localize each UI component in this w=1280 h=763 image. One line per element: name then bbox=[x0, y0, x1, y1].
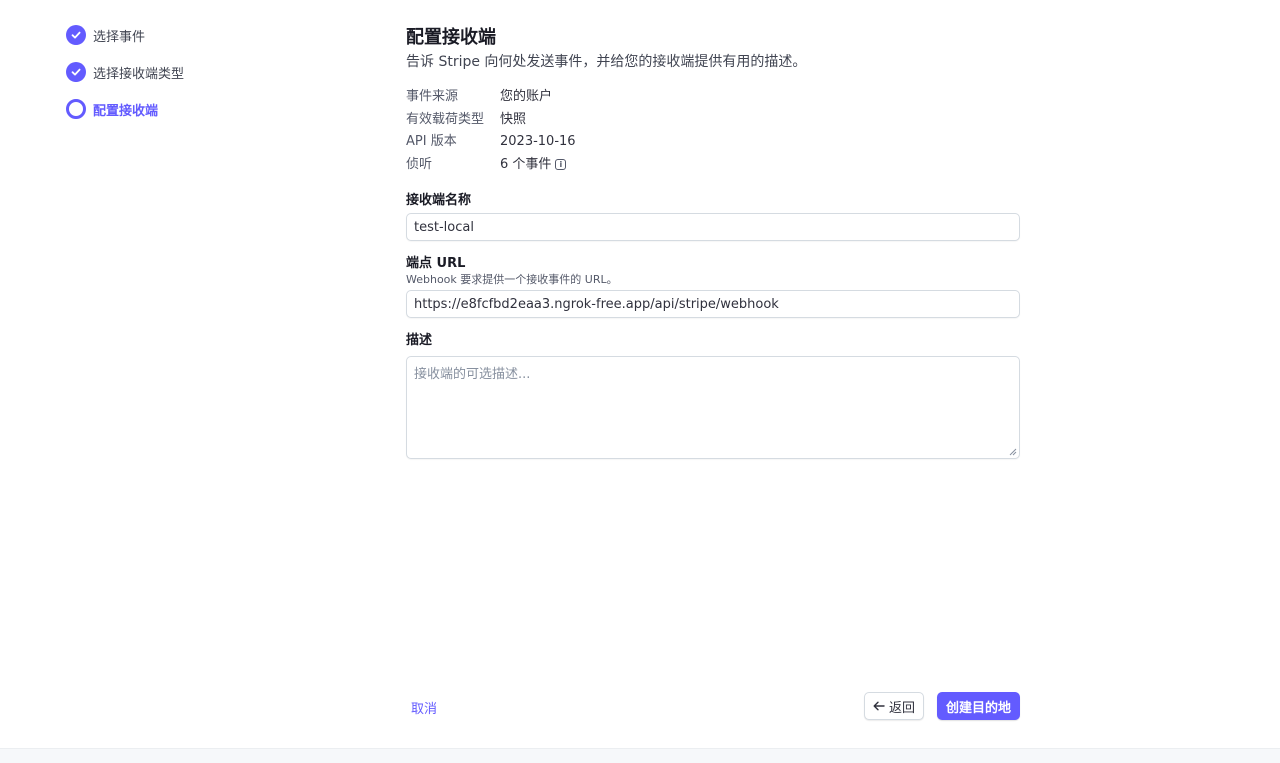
endpoint-name-input[interactable]: test-local bbox=[406, 213, 1020, 241]
check-icon bbox=[66, 25, 86, 45]
step-select-events[interactable]: 选择事件 bbox=[66, 24, 326, 46]
configure-endpoint-form: 配置接收端 告诉 Stripe 向何处发送事件，并给您的接收端提供有用的描述。 … bbox=[406, 26, 1020, 459]
description-field: 描述 接收端的可选描述... bbox=[406, 332, 1020, 459]
check-icon bbox=[66, 62, 86, 82]
create-destination-label: 创建目的地 bbox=[945, 700, 1011, 716]
page-title: 配置接收端 bbox=[406, 27, 496, 48]
resize-grip-icon[interactable] bbox=[1009, 448, 1017, 456]
step-select-endpoint-type[interactable]: 选择接收端类型 bbox=[66, 61, 326, 83]
back-button-label: 返回 bbox=[888, 700, 915, 716]
endpoint-summary: 事件来源 您的账户 有效载荷类型 快照 API 版本 2023-10-16 侦听… bbox=[406, 86, 1020, 176]
cancel-button[interactable]: 取消 bbox=[411, 698, 437, 717]
arrow-left-icon bbox=[873, 701, 885, 711]
summary-row: 侦听 6 个事件 i bbox=[406, 154, 1020, 177]
progress-stepper: 选择事件 选择接收端类型 配置接收端 bbox=[66, 24, 326, 120]
info-icon[interactable]: i bbox=[555, 159, 567, 171]
create-destination-button[interactable]: 创建目的地 bbox=[937, 692, 1020, 720]
summary-value: 您的账户 bbox=[500, 89, 553, 104]
endpoint-name-label: 接收端名称 bbox=[406, 193, 472, 208]
endpoint-url-help: Webhook 要求提供一个接收事件的 URL。 bbox=[406, 273, 618, 286]
listened-events-count: 6 个事件 bbox=[500, 156, 552, 172]
bottom-bar bbox=[0, 748, 1280, 763]
summary-row: 有效载荷类型 快照 bbox=[406, 109, 1020, 132]
summary-row: API 版本 2023-10-16 bbox=[406, 131, 1020, 154]
description-placeholder: 接收端的可选描述... bbox=[414, 367, 531, 382]
summary-key: 有效载荷类型 bbox=[406, 111, 485, 127]
summary-value: 2023-10-16 bbox=[500, 134, 576, 149]
endpoint-url-input[interactable]: https://e8fcfbd2eaa3.ngrok-free.app/api/… bbox=[406, 290, 1020, 318]
summary-value: 快照 bbox=[500, 111, 527, 127]
back-button[interactable]: 返回 bbox=[864, 692, 924, 720]
summary-key: 事件来源 bbox=[406, 89, 459, 104]
step-configure-endpoint: 配置接收端 bbox=[66, 98, 326, 120]
endpoint-name-field: 接收端名称 test-local bbox=[406, 192, 1020, 241]
step-label: 选择事件 bbox=[93, 29, 146, 45]
summary-row: 事件来源 您的账户 bbox=[406, 86, 1020, 109]
description-label: 描述 bbox=[406, 333, 433, 348]
endpoint-url-label: 端点 URL bbox=[406, 256, 466, 271]
step-label: 选择接收端类型 bbox=[93, 66, 185, 82]
page-subtitle: 告诉 Stripe 向何处发送事件，并给您的接收端提供有用的描述。 bbox=[406, 54, 807, 70]
endpoint-url-field: 端点 URL Webhook 要求提供一个接收事件的 URL。 https://… bbox=[406, 255, 1020, 318]
step-label: 配置接收端 bbox=[93, 103, 159, 119]
summary-key: API 版本 bbox=[406, 134, 457, 149]
current-step-circle-icon bbox=[66, 99, 86, 119]
description-textarea[interactable]: 接收端的可选描述... bbox=[406, 356, 1020, 459]
summary-value-events: 6 个事件 i bbox=[500, 154, 567, 177]
summary-key: 侦听 bbox=[406, 156, 433, 172]
